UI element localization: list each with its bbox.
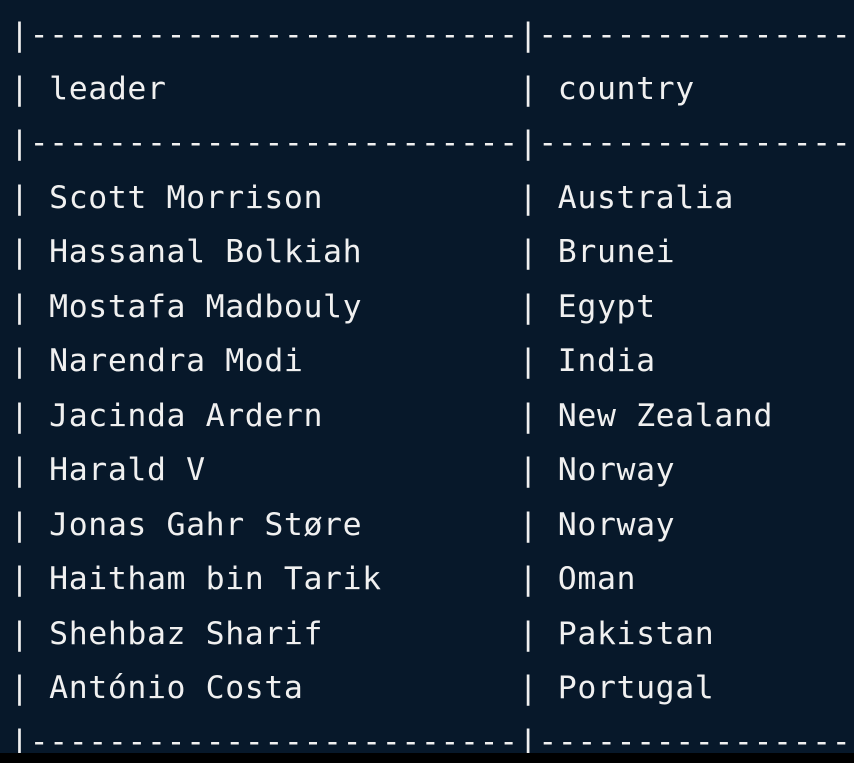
table-row: | Shehbaz Sharif | Pakistan | <box>10 616 854 652</box>
table-row: | Jonas Gahr Støre | Norway | <box>10 507 854 543</box>
table-row: | Scott Morrison | Australia | <box>10 180 854 216</box>
terminal-window: |-------------------------|-------------… <box>0 0 854 763</box>
table-row: | Haitham bin Tarik | Oman | <box>10 561 854 597</box>
table-row: | Jacinda Ardern | New Zealand | <box>10 398 854 434</box>
table-row: | Mostafa Madbouly | Egypt | <box>10 289 854 325</box>
terminal-bottom-edge <box>0 753 854 763</box>
table-header-row: | leader | country | <box>10 71 854 107</box>
table-row: | Harald V | Norway | <box>10 452 854 488</box>
table-separator-header: |-------------------------|-------------… <box>10 125 854 161</box>
table-row: | Narendra Modi | India | <box>10 343 854 379</box>
table-row: | Hassanal Bolkiah | Brunei | <box>10 234 854 270</box>
table-row: | António Costa | Portugal | <box>10 670 854 706</box>
table-separator-top: |-------------------------|-------------… <box>10 17 854 53</box>
